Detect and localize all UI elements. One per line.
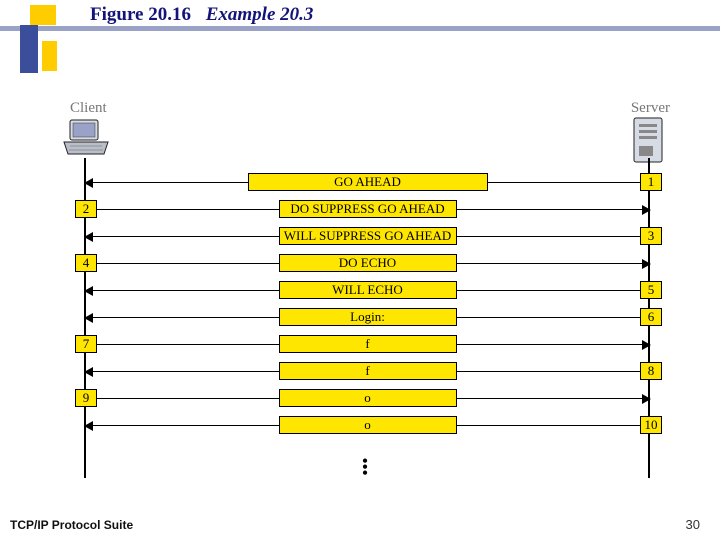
- example-number: Example 20.3: [206, 4, 314, 25]
- message-box: o: [279, 389, 457, 407]
- sequence-badge: 6: [640, 308, 662, 326]
- figure-number: Figure 20.16: [90, 4, 191, 25]
- footer-text: TCP/IP Protocol Suite: [10, 518, 133, 532]
- message-text: o: [364, 417, 371, 432]
- arrow-left-icon: [84, 286, 93, 296]
- sequence-number: 1: [648, 174, 655, 189]
- sequence-badge: 7: [75, 335, 97, 353]
- message-box: f: [279, 362, 457, 380]
- sequence-diagram: Client Server GO AHEAD 1 DO SUPPRESS GO AH…: [60, 100, 670, 500]
- message-text: GO AHEAD: [334, 174, 401, 189]
- message-box: DO ECHO: [279, 254, 457, 272]
- arrow-left-icon: [84, 232, 93, 242]
- message-box: DO SUPPRESS GO AHEAD: [279, 200, 457, 218]
- sequence-badge: 5: [640, 281, 662, 299]
- sequence-badge: 10: [640, 416, 662, 434]
- arrow-left-icon: [84, 313, 93, 323]
- arrow-right-icon: [642, 259, 651, 269]
- sequence-badge: 1: [640, 173, 662, 191]
- arrow-right-icon: [642, 205, 651, 215]
- arrow-left-icon: [84, 367, 93, 377]
- message-text: f: [365, 336, 369, 351]
- sequence-badge: 9: [75, 389, 97, 407]
- sequence-number: 4: [83, 255, 90, 270]
- header-accent-bar: [0, 26, 720, 31]
- sequence-number: 9: [83, 390, 90, 405]
- header-decoration: [20, 5, 70, 75]
- arrow-left-icon: [84, 178, 93, 188]
- message-text: DO SUPPRESS GO AHEAD: [290, 201, 444, 216]
- sequence-number: 8: [648, 363, 655, 378]
- slide-title: Figure 20.16 Example 20.3: [90, 4, 313, 26]
- message-box: WILL ECHO: [279, 281, 457, 299]
- server-label: Server: [631, 100, 670, 117]
- sequence-number: 7: [83, 336, 90, 351]
- message-text: WILL ECHO: [332, 282, 403, 297]
- message-box: Login:: [279, 308, 457, 326]
- client-label: Client: [70, 100, 107, 117]
- sequence-badge: 8: [640, 362, 662, 380]
- sequence-number: 3: [648, 228, 655, 243]
- sequence-number: 6: [648, 309, 655, 324]
- sequence-badge: 2: [75, 200, 97, 218]
- arrow-right-icon: [642, 394, 651, 404]
- message-box: o: [279, 416, 457, 434]
- message-text: DO ECHO: [339, 255, 396, 270]
- message-box: GO AHEAD: [248, 173, 488, 191]
- message-box: WILL SUPPRESS GO AHEAD: [279, 227, 457, 245]
- arrow-right-icon: [642, 340, 651, 350]
- sequence-badge: 3: [640, 227, 662, 245]
- page-number: 30: [686, 517, 700, 532]
- message-box: f: [279, 335, 457, 353]
- sequence-badge: 4: [75, 254, 97, 272]
- message-text: Login:: [350, 309, 385, 324]
- sequence-number: 2: [83, 201, 90, 216]
- sequence-number: 5: [648, 282, 655, 297]
- laptop-icon: [60, 118, 112, 158]
- sequence-number: 10: [645, 417, 658, 432]
- message-text: WILL SUPPRESS GO AHEAD: [284, 228, 451, 243]
- message-text: o: [364, 390, 371, 405]
- arrow-left-icon: [84, 421, 93, 431]
- ellipsis-dots: •••: [360, 458, 370, 476]
- message-text: f: [365, 363, 369, 378]
